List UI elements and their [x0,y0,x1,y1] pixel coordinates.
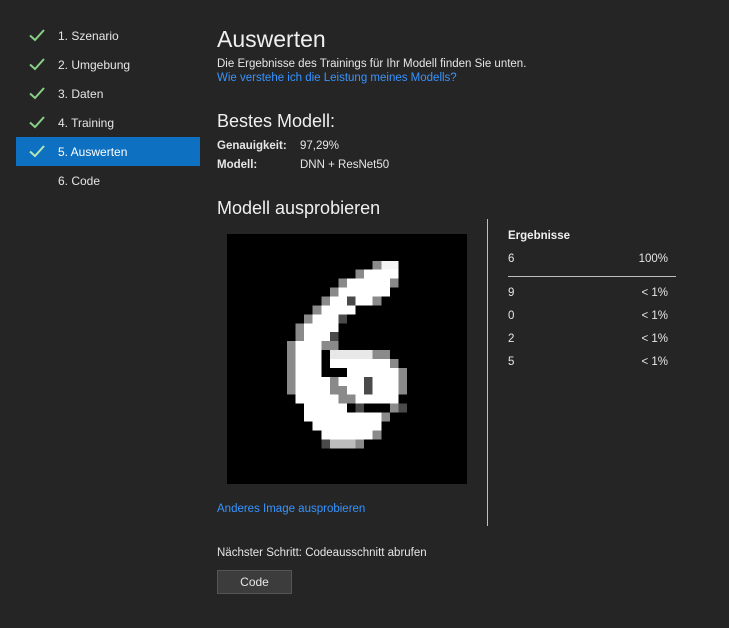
try-model-heading: Modell ausprobieren [217,198,381,218]
result-value: < 1% [641,356,668,368]
vertical-divider [487,219,488,526]
sidebar-step-label: 2. Umgebung [58,57,131,72]
next-step-text: Nächster Schritt: Codeausschnitt abrufen [217,547,427,559]
result-row: 9 < 1% [508,287,668,303]
results-separator [508,276,676,277]
result-label: 6 [508,253,515,265]
code-button[interactable]: Code [217,570,292,594]
result-row-top: 6 100% [508,253,668,269]
checkmark-icon [29,116,45,129]
result-value: < 1% [641,310,668,322]
results-title: Ergebnisse [508,230,570,242]
sidebar-step-label: 3. Daten [58,86,104,101]
sidebar-step-label: 6. Code [58,173,101,188]
result-label: 0 [508,310,515,322]
checkmark-icon [29,58,45,71]
model-row: Modell: DNN + ResNet50 [217,159,389,171]
sidebar-step-umgebung[interactable]: 2. Umgebung [16,50,200,79]
help-link[interactable]: Wie verstehe ich die Leistung meines Mod… [217,72,457,84]
result-label: 9 [508,287,515,299]
result-row: 5 < 1% [508,356,668,372]
checkmark-icon [29,29,45,42]
result-value: 100% [638,253,668,265]
accuracy-row: Genauigkeit: 97,29% [217,140,339,152]
model-label: Modell: [217,159,258,171]
page-title: Auswerten [217,26,326,52]
result-row: 2 < 1% [508,333,668,349]
model-value: DNN + ResNet50 [300,159,390,171]
best-model-heading: Bestes Modell: [217,111,336,131]
sidebar-step-daten[interactable]: 3. Daten [16,79,200,108]
sidebar-step-label: 5. Auswerten [58,144,128,159]
checkmark-icon [29,87,45,100]
wizard-sidebar: 1. Szenario 2. Umgebung 3. Daten 4. Trai… [16,21,200,195]
checkmark-icon [29,145,45,158]
accuracy-label: Genauigkeit: [217,140,287,152]
try-another-image-link[interactable]: Anderes Image ausprobieren [217,503,365,515]
sidebar-step-code[interactable]: 6. Code [16,166,200,195]
result-row: 0 < 1% [508,310,668,326]
result-label: 2 [508,333,515,345]
sidebar-step-szenario[interactable]: 1. Szenario [16,21,200,50]
sample-digit-image [227,234,467,484]
result-value: < 1% [641,333,668,345]
page-subtitle: Die Ergebnisse des Trainings für Ihr Mod… [217,58,527,70]
sidebar-step-label: 1. Szenario [58,28,119,43]
result-label: 5 [508,356,515,368]
result-value: < 1% [641,287,668,299]
sidebar-step-label: 4. Training [58,115,115,130]
sidebar-step-training[interactable]: 4. Training [16,108,200,137]
accuracy-value: 97,29% [300,140,340,152]
sidebar-step-auswerten[interactable]: 5. Auswerten [16,137,200,166]
